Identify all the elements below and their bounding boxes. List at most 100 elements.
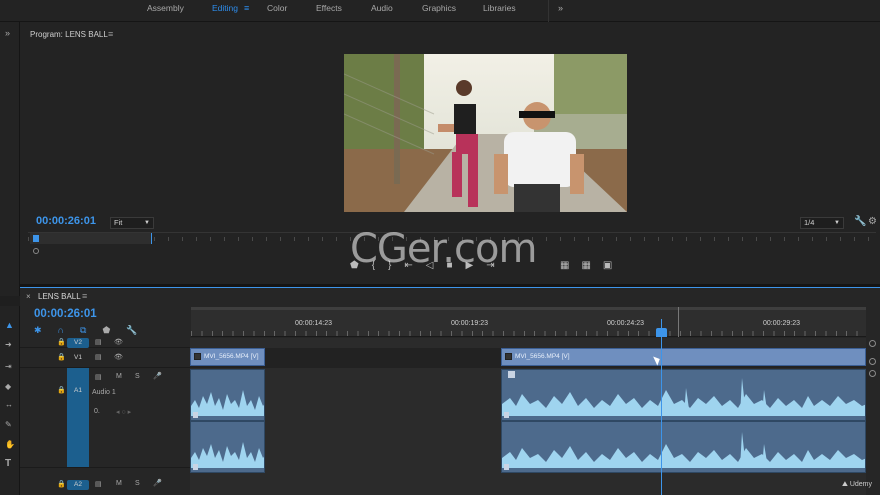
- monitor-playhead[interactable]: [33, 235, 39, 242]
- workspace-tab-libraries[interactable]: Libraries: [483, 3, 516, 13]
- settings-icon[interactable]: ⚙: [868, 216, 877, 227]
- udemy-logo: ⛰ Udemy: [842, 481, 873, 488]
- ruler-label: 00:00:29:23: [763, 320, 800, 327]
- timeline-panel: × LENS BALL ≡ 00:00:26:01 ✱ ∩ ⧉ ⬟ 🔧 00:0…: [20, 287, 880, 495]
- ruler-label: 00:00:14:23: [295, 320, 332, 327]
- lock-icon[interactable]: 🔒: [57, 353, 66, 361]
- ruler-hover-line: [678, 307, 679, 337]
- slip-tool-icon[interactable]: ↔: [5, 400, 13, 409]
- panel-menu-icon[interactable]: ≡: [82, 291, 87, 301]
- solo-button[interactable]: S: [135, 373, 140, 380]
- workspace-menu-icon[interactable]: ≡: [244, 3, 249, 13]
- track-header-v2: 🔒 V2 ▤ 👁: [20, 338, 190, 348]
- clip-label: MVI_5656.MP4 [V]: [515, 353, 570, 360]
- program-video-frame: [344, 54, 627, 212]
- fx-icon: [194, 353, 201, 360]
- razor-tool-icon[interactable]: ◆: [5, 382, 11, 391]
- work-area-bar[interactable]: [191, 307, 866, 310]
- udemy-logo-text: Udemy: [849, 481, 873, 488]
- add-marker-icon[interactable]: ⬟: [102, 325, 110, 336]
- zoom-fit-dropdown[interactable]: Fit ▼: [110, 217, 154, 229]
- solo-button[interactable]: S: [135, 480, 140, 487]
- sync-lock-icon[interactable]: ▤: [95, 373, 102, 381]
- track-target-a2[interactable]: A2: [67, 480, 89, 490]
- workspace-tab-graphics[interactable]: Graphics: [422, 3, 456, 13]
- zoom-fit-value: Fit: [114, 218, 123, 227]
- track-target-v1[interactable]: V1: [67, 353, 89, 363]
- ruler-ticks: [191, 331, 866, 336]
- export-frame-icon[interactable]: ▣: [603, 260, 612, 271]
- eye-icon[interactable]: 👁: [114, 353, 123, 361]
- lock-icon[interactable]: 🔒: [57, 480, 66, 488]
- workspace-tab-audio[interactable]: Audio: [371, 3, 393, 13]
- sync-lock-icon[interactable]: ▤: [95, 338, 102, 346]
- microphone-icon[interactable]: 🎤: [153, 372, 162, 380]
- wrench-icon[interactable]: 🔧: [126, 325, 137, 336]
- workspace-tab-assembly[interactable]: Assembly: [147, 3, 184, 13]
- lock-icon[interactable]: 🔒: [57, 386, 66, 394]
- track-name-audio1[interactable]: Audio 1: [92, 389, 116, 396]
- track-header-a1: 🔒 A1 ▤ M S 🎤 Audio 1 0. ◂ ○ ▸: [20, 368, 190, 468]
- snap-icon[interactable]: ∩: [58, 325, 64, 336]
- mute-button[interactable]: M: [116, 480, 122, 487]
- sequence-tab[interactable]: LENS BALL: [38, 292, 81, 301]
- more-workspaces-icon[interactable]: »: [558, 3, 563, 13]
- playback-resolution-dropdown[interactable]: 1/4 ▼: [800, 217, 844, 229]
- zoom-handle-mid[interactable]: [869, 358, 876, 365]
- ruler-label: 00:00:19:23: [451, 320, 488, 327]
- video-clip[interactable]: MVI_5656.MP4 [V]: [501, 348, 866, 366]
- audio-clip[interactable]: [501, 421, 866, 473]
- hand-tool-icon[interactable]: ✋: [5, 440, 15, 449]
- microphone-icon[interactable]: 🎤: [153, 479, 162, 487]
- expand-panel-icon[interactable]: »: [5, 28, 10, 38]
- waveform-graphic: [502, 371, 865, 418]
- sync-lock-icon[interactable]: ▤: [95, 353, 102, 361]
- insert-nest-icon[interactable]: ✱: [34, 325, 42, 336]
- timeline-ruler[interactable]: 00:00:14:23 00:00:19:23 00:00:24:23 00:0…: [191, 307, 866, 337]
- vertical-zoom-scroll[interactable]: [866, 338, 880, 495]
- chevron-down-icon: ▼: [144, 220, 150, 226]
- audio-clip[interactable]: [190, 369, 265, 421]
- timeline-timecode[interactable]: 00:00:26:01: [34, 308, 97, 320]
- volume-value[interactable]: 0.: [94, 408, 100, 415]
- audio-clip[interactable]: [501, 369, 866, 421]
- panel-menu-icon[interactable]: ≡: [108, 29, 113, 39]
- linked-selection-icon[interactable]: ⧉: [80, 325, 86, 336]
- pen-tool-icon[interactable]: ✎: [5, 420, 12, 429]
- workspace-tab-editing[interactable]: Editing: [212, 3, 238, 13]
- timeline-tools: ✱ ∩ ⧉ ⬟ 🔧: [34, 325, 138, 336]
- program-timecode[interactable]: 00:00:26:01: [36, 215, 96, 227]
- edit-controls: ▦ ▦ ▣: [560, 260, 612, 271]
- track-target-a1[interactable]: A1: [67, 386, 89, 396]
- track-target-v2[interactable]: V2: [67, 338, 89, 348]
- mute-button[interactable]: M: [116, 373, 122, 380]
- clip-label: MVI_5656.MP4 [V]: [204, 353, 259, 360]
- audio-clip[interactable]: [190, 421, 265, 473]
- wrench-icon[interactable]: 🔧: [854, 216, 866, 227]
- tools-gap: [0, 296, 20, 306]
- ripple-edit-tool-icon[interactable]: ⇥: [5, 362, 12, 371]
- track-select-tool-icon[interactable]: ➜: [5, 340, 12, 349]
- keyframe-nav-icon[interactable]: ◂ ○ ▸: [116, 408, 131, 416]
- close-icon[interactable]: ×: [26, 292, 31, 301]
- timeline-playhead[interactable]: [661, 319, 662, 495]
- zoom-handle-top[interactable]: [869, 340, 876, 347]
- sync-lock-icon[interactable]: ▤: [95, 480, 102, 488]
- zoom-handle-bottom[interactable]: [869, 370, 876, 377]
- selection-tool-icon[interactable]: ▲: [5, 320, 14, 330]
- workspace-tab-effects[interactable]: Effects: [316, 3, 342, 13]
- timeline-tracks[interactable]: MVI_5656.MP4 [V] MVI_5656.MP4 [V]: [190, 338, 866, 495]
- workspace-divider: [548, 0, 549, 22]
- program-monitor-title[interactable]: Program: LENS BALL: [30, 30, 108, 39]
- eye-icon[interactable]: 👁: [114, 338, 123, 346]
- ruler-label: 00:00:24:23: [607, 320, 644, 327]
- type-tool-icon[interactable]: T: [5, 458, 11, 469]
- lift-icon[interactable]: ▦: [560, 260, 569, 271]
- lock-icon[interactable]: 🔒: [57, 338, 66, 346]
- extract-icon[interactable]: ▦: [581, 260, 590, 271]
- zoom-scroll-handle[interactable]: [33, 248, 39, 254]
- video-frame-image: [344, 54, 627, 212]
- video-clip[interactable]: MVI_5656.MP4 [V]: [190, 348, 265, 366]
- workspace-tab-color[interactable]: Color: [267, 3, 287, 13]
- track-headers: 🔒 V2 ▤ 👁 🔒 V1 ▤ 👁 🔒 A1 ▤ M S 🎤 Audio 1 0…: [20, 338, 190, 495]
